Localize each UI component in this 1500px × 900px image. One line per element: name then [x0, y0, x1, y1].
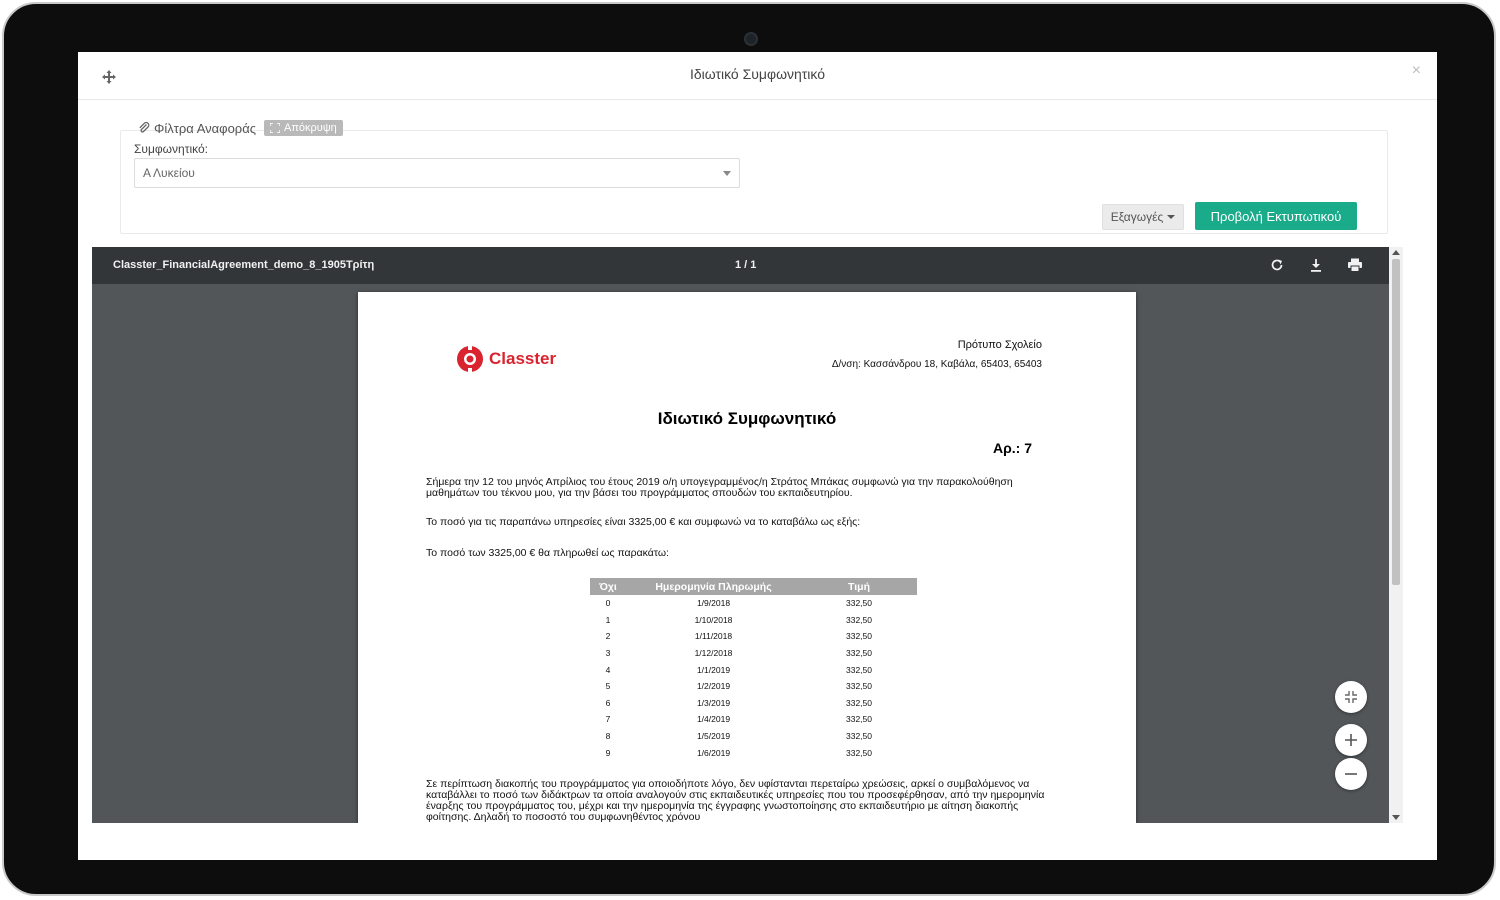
zoom-out-button[interactable] [1335, 758, 1367, 790]
scroll-down-icon[interactable] [1392, 815, 1400, 820]
fit-page-icon [1345, 691, 1357, 703]
agreement-select[interactable]: Α Λυκείου [134, 158, 740, 188]
screen: Ιδιωτικό Συμφωνητικό × Φίλτρα Αναφοράς Α… [78, 52, 1437, 860]
pdf-toolbar: Classter_FinancialAgreement_demo_8_1905Τ… [92, 247, 1403, 284]
filter-legend-label: Φίλτρα Αναφοράς [138, 121, 256, 136]
paragraph-cancellation: Σε περίπτωση διακοπής του προγράμματος γ… [426, 778, 1045, 823]
download-icon[interactable] [1308, 257, 1324, 273]
classter-logo-icon [457, 345, 483, 373]
pdf-page-counter: 1 / 1 [735, 259, 757, 271]
cell-no: 4 [605, 664, 611, 675]
table-row: 3 1/12/2018 332,50 [590, 645, 917, 662]
cell-no: 9 [605, 747, 611, 758]
cell-price: 332,50 [846, 598, 872, 609]
cell-date: 1/6/2019 [696, 747, 731, 758]
cell-date: 1/2/2019 [696, 681, 731, 692]
pdf-viewer: Classter_FinancialAgreement_demo_8_1905Τ… [92, 247, 1403, 823]
paperclip-icon [139, 122, 150, 133]
modal-footer [78, 823, 1437, 860]
cell-date: 1/11/2018 [694, 631, 733, 642]
print-preview-button[interactable]: Προβολή Εκτυπωτικού [1195, 202, 1357, 230]
column-header-date: Ημερομηνία Πληρωμής [626, 578, 801, 595]
cell-price: 332,50 [846, 614, 872, 625]
paragraph-payment: Το ποσό των 3325,00 € θα πληρωθεί ως παρ… [426, 547, 669, 559]
table-row: 6 1/3/2019 332,50 [590, 695, 917, 712]
zoom-in-icon [1345, 734, 1357, 746]
zoom-in-button[interactable] [1335, 724, 1367, 756]
cell-date: 1/4/2019 [696, 714, 731, 725]
caret-down-icon [1167, 215, 1176, 219]
cell-no: 0 [605, 598, 611, 609]
cell-no: 1 [605, 614, 611, 625]
pdf-page: Classter Πρότυπο Σχολείο Δ/νση: Κασσάνδρ… [358, 292, 1136, 823]
hide-filters-label: Απόκρυψη [284, 122, 337, 134]
close-icon[interactable]: × [1412, 62, 1421, 80]
column-header-price: Τιμή [801, 578, 917, 595]
logo-text: Classter [489, 349, 557, 368]
viewer-scrollbar[interactable] [1389, 247, 1403, 823]
cell-price: 332,50 [846, 697, 872, 708]
modal-body: Φίλτρα Αναφοράς Απόκρυψη Συμφωνητικό: Α … [78, 100, 1437, 860]
cell-no: 6 [605, 697, 611, 708]
cell-price: 332,50 [846, 747, 872, 758]
school-name: Πρότυπο Σχολείο [957, 339, 1042, 351]
table-header-row: Όχι Ημερομηνία Πληρωμής Τιμή [590, 578, 917, 595]
table-row: 0 1/9/2018 332,50 [590, 595, 917, 612]
table-row: 9 1/6/2019 332,50 [590, 744, 917, 761]
paragraph-amount: Το ποσό για τις παραπάνω υπηρεσίες είναι… [426, 516, 861, 528]
cell-no: 3 [605, 648, 611, 659]
table-row: 7 1/4/2019 332,50 [590, 711, 917, 728]
table-row: 8 1/5/2019 332,50 [590, 728, 917, 745]
export-button-label: Εξαγωγές [1110, 210, 1164, 224]
filter-legend: Φίλτρα Αναφοράς Απόκρυψη [138, 120, 343, 136]
school-address: Δ/νση: Κασσάνδρου 18, Καβάλα, 65403, 654… [831, 359, 1042, 370]
document-number: Αρ.: 7 [993, 440, 1032, 456]
modal-title: Ιδιωτικό Συμφωνητικό [689, 66, 826, 82]
camera [744, 32, 758, 46]
column-header-no: Όχι [590, 578, 626, 595]
hide-filters-button[interactable]: Απόκρυψη [264, 120, 343, 136]
cell-no: 7 [605, 714, 611, 725]
cell-price: 332,50 [846, 731, 872, 742]
table-row: 5 1/2/2019 332,50 [590, 678, 917, 695]
table-row: 1 1/10/2018 332,50 [590, 612, 917, 629]
fit-page-button[interactable] [1335, 681, 1367, 713]
cell-price: 332,50 [846, 664, 872, 675]
school-logo: Classter [455, 344, 556, 374]
cell-no: 2 [605, 631, 611, 642]
agreement-field-label: Συμφωνητικό: [134, 142, 208, 156]
table-row: 4 1/1/2019 332,50 [590, 661, 917, 678]
print-icon[interactable] [1347, 257, 1363, 273]
agreement-select-value: Α Λυκείου [143, 166, 195, 180]
cell-price: 332,50 [846, 648, 872, 659]
cell-date: 1/10/2018 [694, 614, 733, 625]
cell-date: 1/5/2019 [696, 731, 731, 742]
cell-date: 1/12/2018 [694, 648, 733, 659]
cell-date: 1/1/2019 [696, 664, 731, 675]
paragraph-intro: Σήμερα την 12 του μηνός Απρίλιος του έτο… [426, 476, 1013, 499]
cell-price: 332,50 [846, 681, 872, 692]
modal-header: Ιδιωτικό Συμφωνητικό × [78, 52, 1437, 100]
scroll-up-icon[interactable] [1392, 250, 1400, 255]
scrollbar-thumb[interactable] [1392, 259, 1400, 585]
table-row: 2 1/11/2018 332,50 [590, 628, 917, 645]
export-button[interactable]: Εξαγωγές [1102, 204, 1184, 230]
cell-date: 1/9/2018 [696, 598, 731, 609]
filter-legend-text: Φίλτρα Αναφοράς [154, 120, 256, 136]
document-title: Ιδιωτικό Συμφωνητικό [657, 409, 837, 428]
cell-no: 5 [605, 681, 611, 692]
rotate-icon[interactable] [1269, 257, 1285, 273]
cell-no: 8 [605, 731, 611, 742]
pdf-filename: Classter_FinancialAgreement_demo_8_1905Τ… [113, 259, 375, 271]
cell-price: 332,50 [846, 714, 872, 725]
collapse-icon [270, 123, 280, 133]
cell-price: 332,50 [846, 631, 872, 642]
payment-table: Όχι Ημερομηνία Πληρωμής Τιμή 0 1/9/2018 33… [590, 578, 917, 761]
cell-date: 1/3/2019 [696, 697, 731, 708]
chevron-down-icon [723, 171, 731, 176]
zoom-out-icon [1345, 773, 1357, 775]
